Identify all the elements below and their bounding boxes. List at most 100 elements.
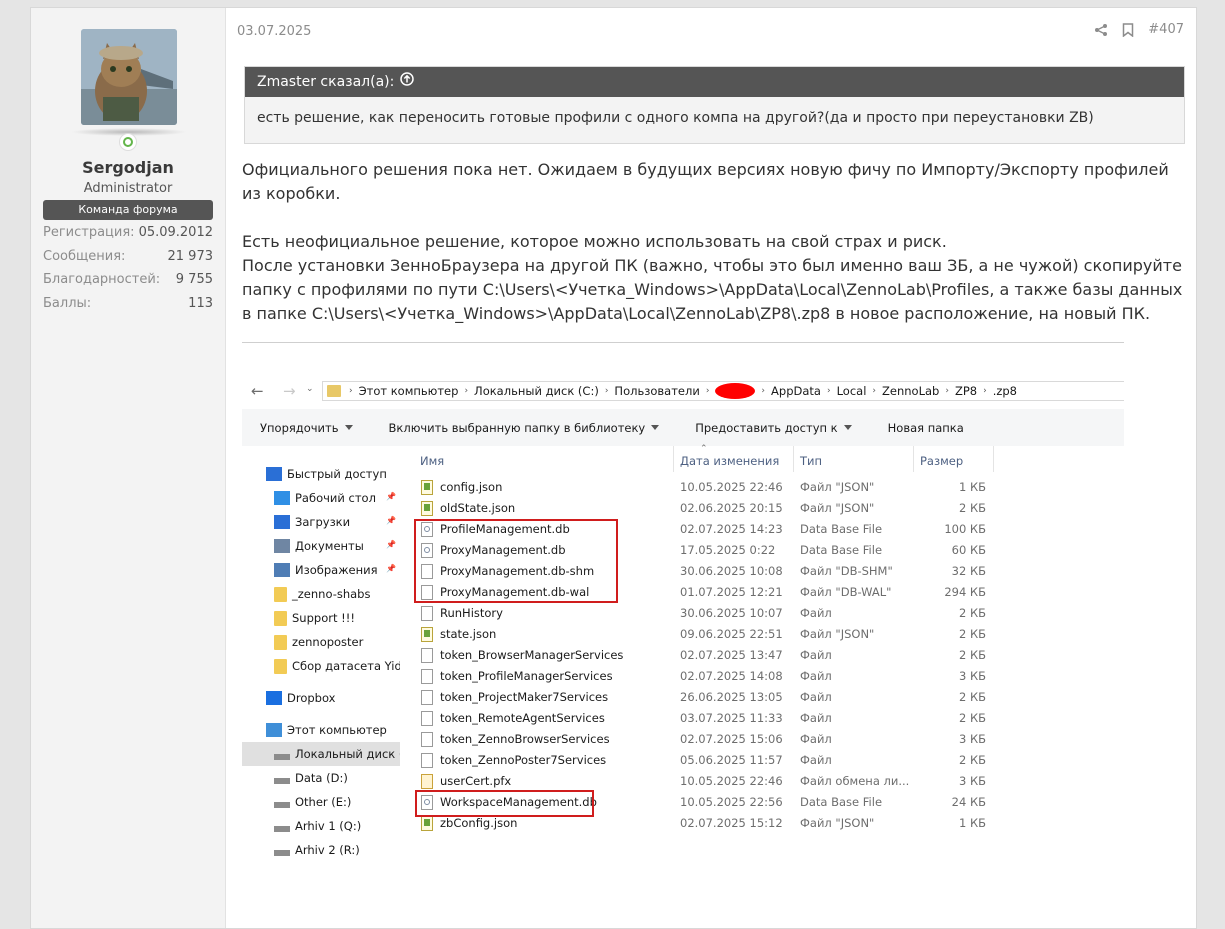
file-date: 30.06.2025 10:07 <box>680 606 783 620</box>
nav-item: Arhiv 1 (Q:) <box>242 814 400 838</box>
nav-item: Этот компьютер <box>242 718 400 742</box>
navigation-pane: Быстрый доступ Рабочий стол 📌 Загрузки 📌 Доку… <box>242 446 400 875</box>
chevron-right-icon: › <box>872 386 876 396</box>
file-row: token_ProfileManagerServices 02.07.2025 1… <box>402 666 1124 687</box>
file-type: Файл "JSON" <box>800 480 875 494</box>
folder-icon <box>274 610 287 626</box>
breadcrumb: Local <box>836 384 867 398</box>
file-date: 09.06.2025 22:51 <box>680 627 783 641</box>
explorer-screenshot[interactable]: ← → ⌄ › Этот компьютер › Локальный диск … <box>242 375 1124 875</box>
json-file-icon <box>421 501 433 516</box>
file-size: 100 КБ <box>944 522 986 536</box>
file-row: token_ZennoBrowserServices 02.07.2025 15:… <box>402 729 1124 750</box>
file-icon <box>421 732 433 747</box>
breadcrumb: .zp8 <box>992 384 1017 398</box>
pin-icon: 📌 <box>386 492 396 501</box>
dropdown-triangle-icon <box>651 425 660 430</box>
nav-item-label: Arhiv 2 (R:) <box>295 843 360 857</box>
post: Sergodjan Administrator Команда форума Р… <box>30 7 1197 929</box>
file-date: 10.05.2025 22:46 <box>680 774 783 788</box>
file-icon <box>421 669 433 684</box>
user-title: Administrator <box>83 181 173 196</box>
nav-item: _zenno-shabs <box>242 582 400 606</box>
nav-item-label: Быстрый доступ <box>287 467 387 481</box>
chevron-right-icon: › <box>349 386 353 396</box>
column-headers: ⌃ Имя Дата изменения Тип Размер <box>402 444 1124 474</box>
highlight-box <box>415 790 594 817</box>
username[interactable]: Sergodjan <box>31 158 225 177</box>
file-row: token_RemoteAgentServices 03.07.2025 11:3… <box>402 708 1124 729</box>
share-icon[interactable] <box>1094 23 1108 37</box>
file-size: 294 КБ <box>944 585 986 599</box>
file-date: 02.06.2025 20:15 <box>680 501 783 515</box>
nav-item: Support !!! <box>242 606 400 630</box>
file-date: 01.07.2025 12:21 <box>680 585 783 599</box>
file-name: userCert.pfx <box>440 774 512 788</box>
address-path: › Этот компьютер › Локальный диск (C:) ›… <box>322 381 1124 401</box>
folder-icon <box>274 586 287 602</box>
post-date[interactable]: 03.07.2025 <box>237 24 311 39</box>
dropbox-icon <box>266 691 282 705</box>
nav-item: zennoposter <box>242 630 400 654</box>
column-separator <box>913 446 914 472</box>
nav-item: Dropbox <box>242 686 400 710</box>
file-date: 02.07.2025 14:08 <box>680 669 783 683</box>
file-row: RunHistory 30.06.2025 10:07 Файл 2 КБ <box>402 603 1124 624</box>
quote-header[interactable]: Zmaster сказал(а): <box>245 67 1184 97</box>
file-name: oldState.json <box>440 501 516 515</box>
file-date: 02.07.2025 14:23 <box>680 522 783 536</box>
chevron-right-icon: › <box>826 386 831 396</box>
user-stats: Регистрация: 05.09.2012 Сообщения: 21 973 … <box>43 225 213 319</box>
bookmark-icon[interactable] <box>1122 22 1134 37</box>
column-separator <box>993 446 994 472</box>
pin-icon: 📌 <box>386 516 396 525</box>
nav-item-label: Support !!! <box>292 611 355 625</box>
post-number[interactable]: #407 <box>1148 22 1184 37</box>
quote-author[interactable]: Zmaster сказал(а): <box>257 67 394 97</box>
chevron-down-icon: ⌄ <box>306 384 314 394</box>
nav-item: Сеть <box>242 870 400 875</box>
file-size: 24 КБ <box>951 795 986 809</box>
file-date: 02.07.2025 15:12 <box>680 816 783 830</box>
file-icon <box>421 606 433 621</box>
file-size: 1 КБ <box>958 816 986 830</box>
pin-icon: 📌 <box>386 540 396 549</box>
download-icon <box>274 515 290 529</box>
column-separator <box>673 446 674 472</box>
pin-icon: 📌 <box>386 564 396 573</box>
file-date: 02.07.2025 15:06 <box>680 732 783 746</box>
post-actions: #407 <box>1094 22 1184 37</box>
dropdown-triangle-icon <box>843 425 852 430</box>
chevron-right-icon: › <box>705 386 710 396</box>
chevron-right-icon: › <box>983 386 987 396</box>
file-size: 60 КБ <box>951 543 986 557</box>
file-type: Data Base File <box>800 543 883 557</box>
nav-item-label: Рабочий стол <box>295 491 376 505</box>
highlight-box <box>414 519 618 603</box>
star-icon <box>266 467 282 481</box>
file-size: 32 КБ <box>951 564 986 578</box>
file-date: 30.06.2025 10:08 <box>680 564 783 578</box>
nav-item-label: Data (D:) <box>295 771 348 785</box>
file-date: 10.05.2025 22:56 <box>680 795 783 809</box>
file-size: 3 КБ <box>958 774 986 788</box>
folder-icon <box>274 634 287 650</box>
file-icon <box>421 753 433 768</box>
stat-key: Сообщения: <box>43 248 126 264</box>
column-date: Дата изменения <box>680 454 780 468</box>
nav-item-label: Сбор датасета Yidu <box>292 659 400 673</box>
file-row: config.json 10.05.2025 22:46 Файл "JSON" 1 … <box>402 477 1124 498</box>
stat-value: 113 <box>188 295 213 311</box>
column-separator <box>793 446 794 472</box>
file-icon <box>421 690 433 705</box>
file-type: Файл "DB-SHM" <box>800 564 893 578</box>
breadcrumb: AppData <box>771 384 821 398</box>
arrow-up-circle-icon[interactable] <box>400 67 415 97</box>
nav-item: Сбор датасета Yidu <box>242 654 400 678</box>
file-name: RunHistory <box>440 606 503 620</box>
nav-item: Загрузки 📌 <box>242 510 400 534</box>
avatar[interactable] <box>81 29 177 125</box>
file-icon <box>421 711 433 726</box>
documents-icon <box>274 539 290 553</box>
